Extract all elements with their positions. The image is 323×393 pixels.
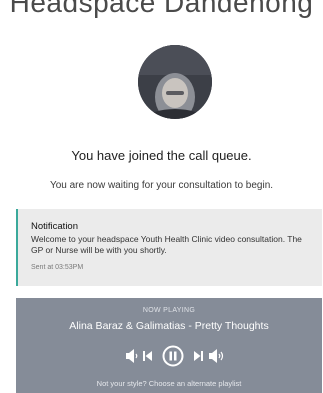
music-player: NOW PLAYING Alina Baraz & Galimatias - P… (16, 298, 322, 393)
queue-subtext: You are now waiting for your consultatio… (49, 180, 274, 191)
pause-icon[interactable] (162, 345, 184, 367)
alternate-playlist-link[interactable]: Not your style? Choose an alternate play… (16, 379, 322, 388)
call-queue-screen: Headspace Dandenong You have joined the … (0, 0, 323, 393)
player-controls (16, 345, 322, 367)
avatar (138, 45, 212, 119)
notification-panel: Notification Welcome to your headspace Y… (16, 209, 322, 286)
notification-time: Sent at 03:53PM (31, 264, 84, 271)
next-icon[interactable] (193, 345, 203, 367)
previous-icon[interactable] (143, 345, 153, 367)
queue-heading: You have joined the call queue. (71, 148, 252, 163)
volume-up-icon[interactable] (209, 345, 225, 367)
notification-body: Welcome to your headspace Youth Health C… (31, 234, 302, 255)
notification-title: Notification (31, 221, 78, 232)
track-name: Alina Baraz & Galimatias - Pretty Though… (69, 320, 269, 332)
now-playing-label: NOW PLAYING (142, 307, 196, 314)
clinic-title: Headspace Dandenong (9, 0, 314, 18)
volume-down-icon[interactable] (126, 345, 138, 367)
